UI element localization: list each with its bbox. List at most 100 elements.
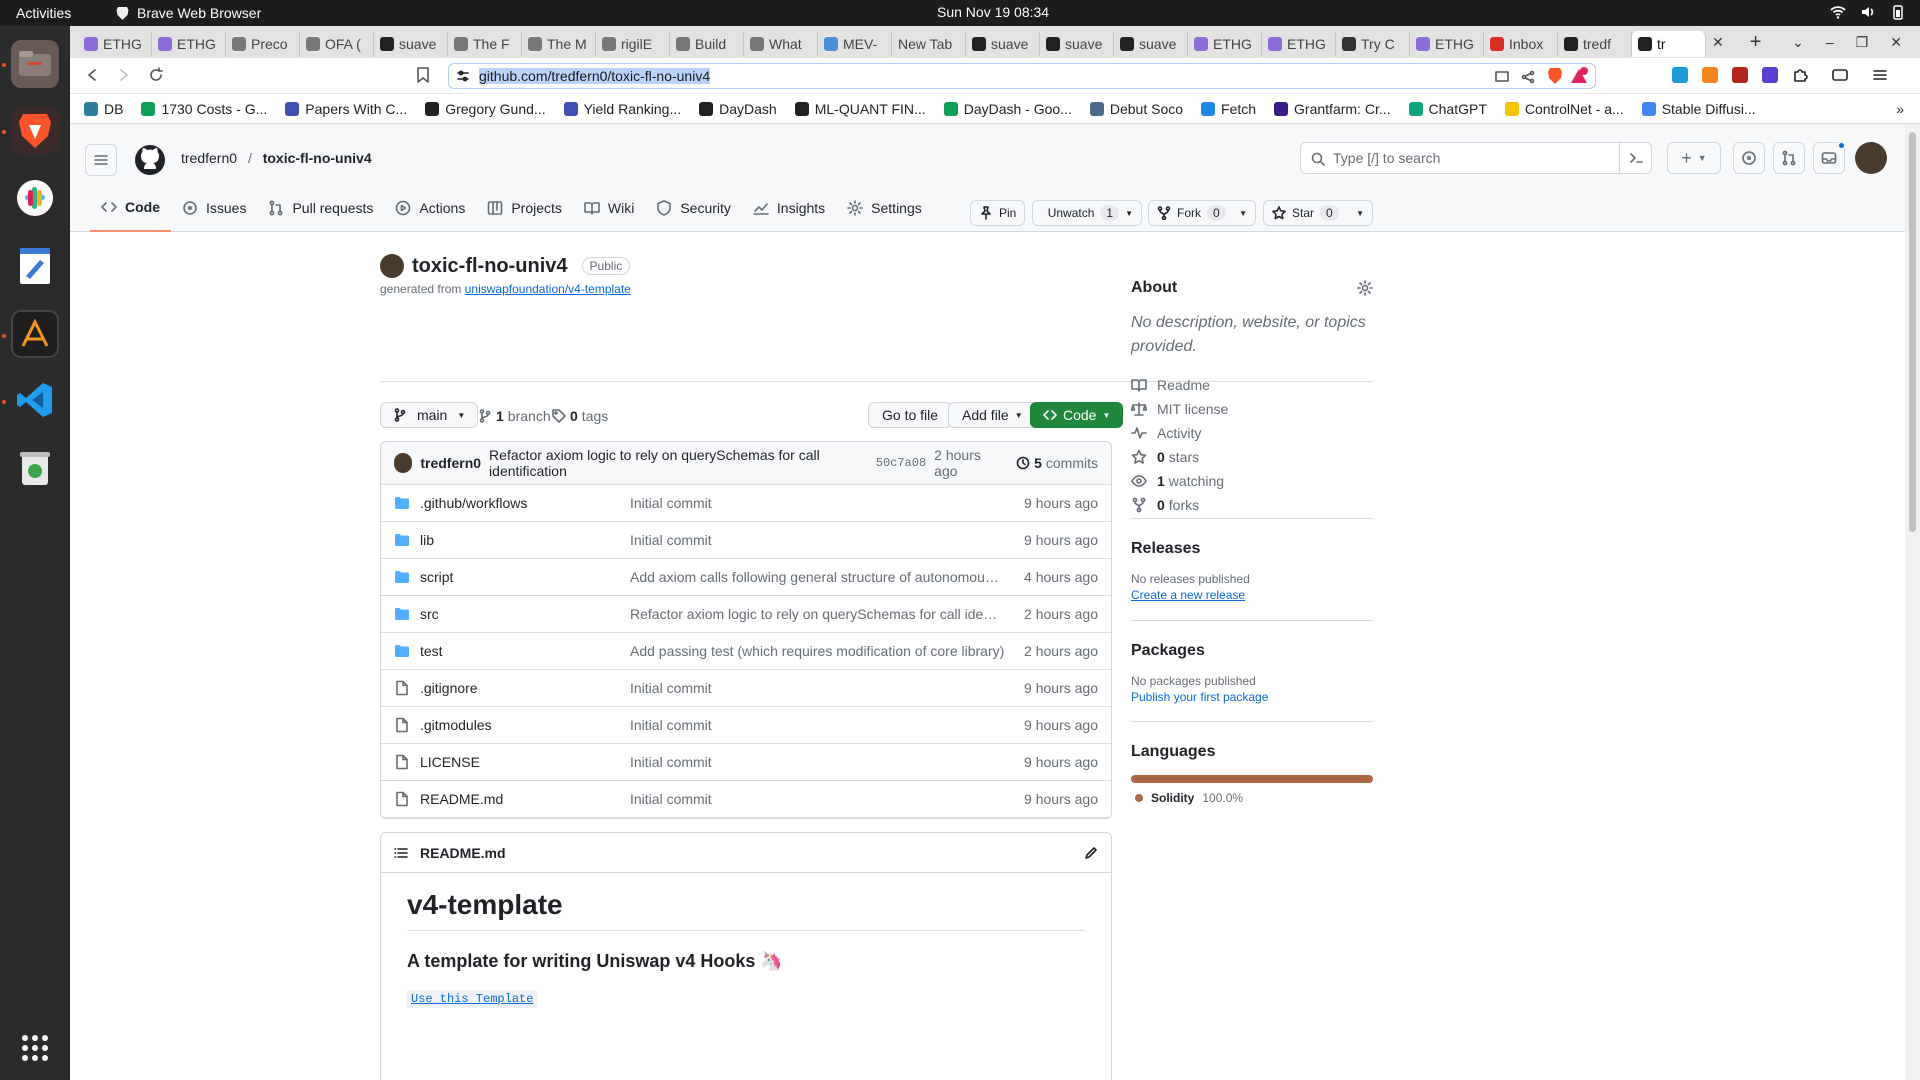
bookmark-item[interactable]: Papers With C... [285,101,407,117]
file-name-link[interactable]: README.md [420,791,503,807]
tab-close-icon[interactable]: ✕ [1712,34,1724,51]
tab-code[interactable]: Code [90,184,171,232]
code-download-button[interactable]: Code ▼ [1030,402,1124,428]
commit-author[interactable]: tredfern0 [420,455,481,471]
user-avatar[interactable] [1855,142,1887,174]
list-outline-icon[interactable] [394,846,408,860]
bookmarks-overflow-icon[interactable]: » [1896,101,1904,117]
hamburger-menu-button[interactable] [85,144,117,176]
commit-message[interactable]: Refactor axiom logic to rely on querySch… [489,447,868,479]
tab-projects[interactable]: Projects [476,184,573,232]
create-new-button[interactable]: + ▼ [1667,142,1721,174]
text-editor-dock-icon[interactable] [11,242,59,290]
active-app-indicator[interactable]: Brave Web Browser [116,5,261,21]
file-row[interactable]: foundry.tomlInitial commit9 hours ago [381,817,1111,818]
bookmark-item[interactable]: Debut Soco [1089,101,1183,117]
bookmark-icon[interactable] [416,67,430,83]
file-commit-message[interactable]: Add axiom calls following general struct… [630,569,1005,585]
file-name-link[interactable]: test [420,643,443,659]
bookmark-item[interactable]: DB [84,101,123,117]
file-name-link[interactable]: LICENSE [420,754,480,770]
bookmark-item[interactable]: ChatGPT [1408,101,1487,117]
github-logo-icon[interactable] [134,144,166,176]
inbox-icon[interactable] [1813,141,1846,174]
system-tray[interactable] [1830,4,1906,20]
language-item[interactable]: Solidity 100.0% [1131,791,1373,805]
browser-tab[interactable]: tr [1632,31,1706,57]
bookmark-item[interactable]: DayDash - Goo... [943,101,1072,117]
browser-tab[interactable]: suave [966,31,1040,57]
file-name-link[interactable]: .gitmodules [420,717,492,733]
wallet-icon[interactable] [1832,67,1848,83]
file-name-link[interactable]: script [420,569,453,585]
releases-title[interactable]: Releases [1131,540,1373,558]
commits-link[interactable]: 5 commits [1016,455,1098,471]
bookmark-item[interactable]: Stable Diffusi... [1641,101,1756,117]
license-link[interactable]: MIT license [1131,397,1373,421]
page-scrollbar[interactable] [1905,124,1920,1080]
back-icon[interactable] [84,67,100,83]
bookmark-item[interactable]: Grantfarm: Cr... [1274,101,1391,117]
tab-settings[interactable]: Settings [836,184,933,232]
share-icon[interactable] [1521,70,1535,84]
scrollbar-thumb[interactable] [1909,132,1916,532]
file-commit-message[interactable]: Initial commit [630,717,1005,733]
browser-tab[interactable]: tredf [1558,31,1632,57]
browser-tab[interactable]: Build [670,31,744,57]
menu-icon[interactable] [1872,67,1888,83]
vscode-dock-icon[interactable] [11,376,59,424]
file-name-link[interactable]: src [420,606,439,622]
browser-tab[interactable]: ETHG [1262,31,1336,57]
browser-tab[interactable]: New Tab [892,31,966,57]
browser-tab[interactable]: OFA ( [300,31,374,57]
file-commit-message[interactable]: Initial commit [630,791,1005,807]
files-app-icon[interactable] [11,40,59,88]
site-settings-icon[interactable] [457,70,469,82]
restore-button[interactable]: ❐ [1856,34,1869,51]
file-row[interactable]: script Add axiom calls following general … [381,558,1111,595]
cast-icon[interactable] [1495,70,1509,84]
extension-badge-icon[interactable] [1732,67,1748,83]
brave-rewards-icon[interactable] [1569,67,1589,85]
commit-author-avatar[interactable] [394,453,413,473]
readme-filename[interactable]: README.md [420,845,506,861]
file-name-link[interactable]: .github/workflows [420,495,527,511]
activity-link[interactable]: Activity [1131,421,1373,445]
fork-button[interactable]: Fork 0 ▼ [1148,200,1256,226]
browser-tab[interactable]: ETHG [1188,31,1262,57]
extension-icon[interactable] [1672,67,1688,83]
unwatch-button[interactable]: Unwatch 1 ▼ [1032,200,1142,226]
repo-name-link[interactable]: toxic-fl-no-univ4 [263,150,372,166]
tab-search-chevron-icon[interactable]: ⌄ [1792,34,1804,51]
new-tab-button[interactable]: + [1750,31,1762,54]
brave-shields-icon[interactable] [1547,67,1563,85]
gear-icon[interactable] [1357,280,1373,296]
file-commit-message[interactable]: Add passing test (which requires modific… [630,643,1005,659]
browser-tab[interactable]: MEV- [818,31,892,57]
template-link[interactable]: uniswapfoundation/v4-template [465,282,631,296]
forks-link[interactable]: 0 forks [1131,493,1373,517]
commit-hash[interactable]: 50c7a08 [876,456,926,470]
tab-issues[interactable]: Issues [171,184,257,232]
pull-requests-icon[interactable] [1773,142,1805,174]
go-to-file-button[interactable]: Go to file [868,402,953,428]
tab-wiki[interactable]: Wiki [573,184,645,232]
file-row[interactable]: .github/workflows Initial commit 9 hours a… [381,484,1111,521]
bookmark-item[interactable]: Fetch [1201,101,1256,117]
axiom-app-dock-icon[interactable] [11,310,59,358]
browser-tab[interactable]: rigilE [596,31,670,57]
file-row[interactable]: test Add passing test (which requires mod… [381,632,1111,669]
use-template-link[interactable]: Use this Template [407,990,538,1008]
activities-button[interactable]: Activities [16,5,71,21]
file-row[interactable]: LICENSE Initial commit 9 hours ago [381,743,1111,780]
bookmark-item[interactable]: 1730 Costs - G... [141,101,267,117]
browser-tab[interactable]: suave [1114,31,1188,57]
slack-dock-icon[interactable] [11,174,59,222]
clock[interactable]: Sun Nov 19 08:34 [937,4,1049,20]
browser-tab[interactable]: The F [448,31,522,57]
tab-security[interactable]: Security [645,184,742,232]
bookmark-item[interactable]: DayDash [699,101,777,117]
file-commit-message[interactable]: Initial commit [630,532,1005,548]
puzzle-extensions-icon[interactable] [1792,67,1808,83]
file-commit-message[interactable]: Initial commit [630,495,1005,511]
